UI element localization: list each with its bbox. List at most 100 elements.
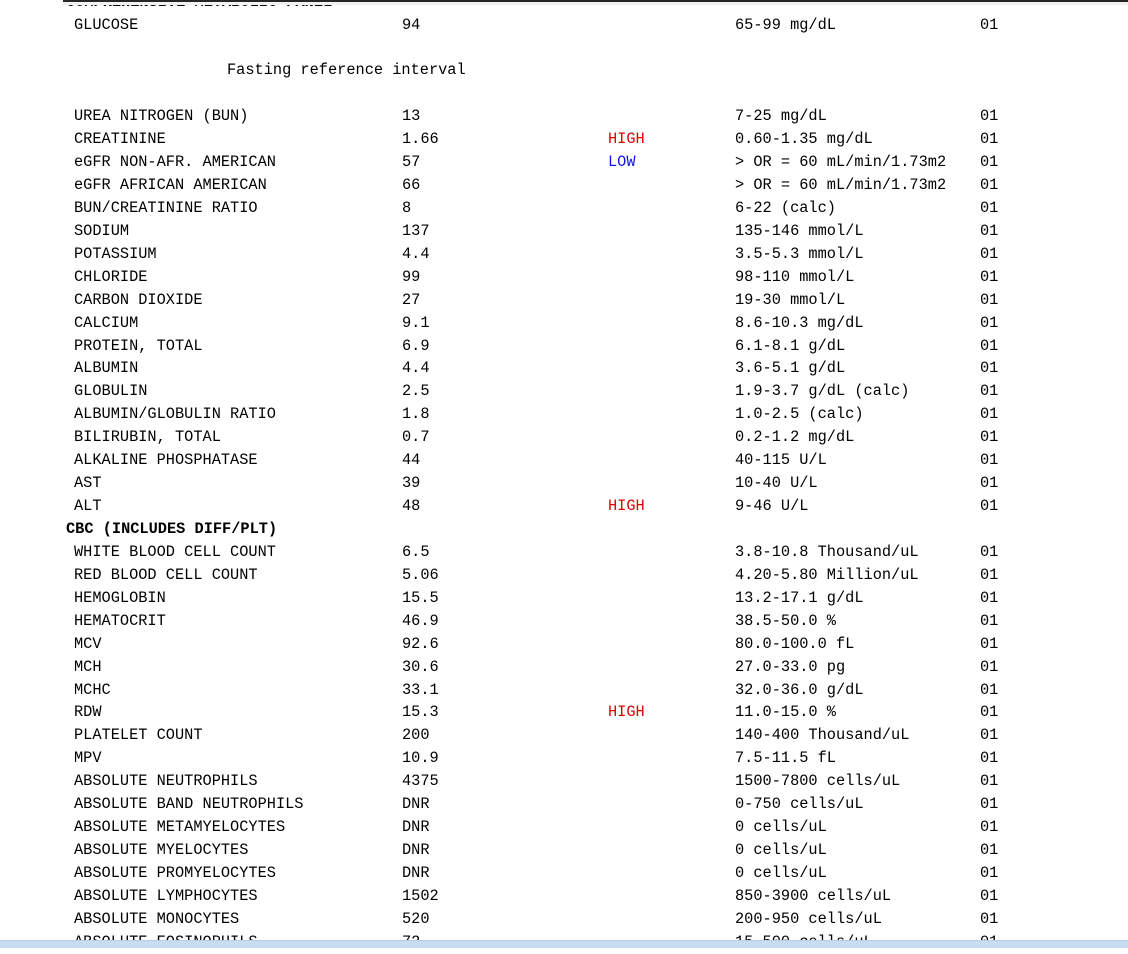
result-value: 137 [402, 220, 430, 243]
lab-code: 01 [980, 839, 998, 862]
lab-code: 01 [980, 541, 998, 564]
reference-range: 0.2-1.2 mg/dL [735, 426, 854, 449]
lab-code: 01 [980, 633, 998, 656]
lab-code: 01 [980, 14, 998, 37]
test-name: MCH [74, 656, 102, 679]
table-row: MCH30.627.0-33.0 pg01 [0, 656, 1128, 679]
test-name: ABSOLUTE LYMPHOCYTES [74, 885, 258, 908]
table-row: MCV92.680.0-100.0 fL01 [0, 633, 1128, 656]
table-row: ALT48HIGH9-46 U/L01 [0, 495, 1128, 518]
section-header: CBC (INCLUDES DIFF/PLT) [66, 518, 277, 541]
lab-code: 01 [980, 449, 998, 472]
table-row: SODIUM 137 135-146 mmol/L 01 [0, 220, 1128, 243]
top-rule-shadow [63, 2, 1128, 5]
flag-high: HIGH [608, 701, 645, 724]
table-row: RED BLOOD CELL COUNT5.064.20-5.80 Millio… [0, 564, 1128, 587]
test-name: CARBON DIOXIDE [74, 289, 203, 312]
flag-high: HIGH [608, 128, 645, 151]
result-value: 44 [402, 449, 420, 472]
test-name: ALBUMIN [74, 357, 138, 380]
result-value: 520 [402, 908, 430, 931]
lab-code: 01 [980, 610, 998, 633]
lab-report-screen: { "colors": { "text": "#000000", "high_f… [0, 0, 1128, 948]
reference-range: > OR = 60 mL/min/1.73m2 [735, 174, 946, 197]
test-name: CALCIUM [74, 312, 138, 335]
table-row: PROTEIN, TOTAL6.96.1-8.1 g/dL01 [0, 335, 1128, 358]
result-value: 27 [402, 289, 420, 312]
lab-code: 01 [980, 426, 998, 449]
reference-range: 19-30 mmol/L [735, 289, 845, 312]
bottom-bar [0, 940, 1128, 948]
lab-code: 01 [980, 495, 998, 518]
reference-range: 9-46 U/L [735, 495, 808, 518]
test-name: BUN/CREATININE RATIO [74, 197, 258, 220]
result-value: 1.66 [402, 128, 439, 151]
result-value: 94 [402, 14, 420, 37]
reference-range: 140-400 Thousand/uL [735, 724, 909, 747]
table-row: WHITE BLOOD CELL COUNT6.53.8-10.8 Thousa… [0, 541, 1128, 564]
flag-low: LOW [608, 151, 636, 174]
reference-range: 4.20-5.80 Million/uL [735, 564, 919, 587]
table-row: HEMATOCRIT46.938.5-50.0 %01 [0, 610, 1128, 633]
reference-range: 3.8-10.8 Thousand/uL [735, 541, 919, 564]
result-value: 33.1 [402, 679, 439, 702]
section-header-row: CBC (INCLUDES DIFF/PLT) [0, 518, 1128, 541]
lab-code: 01 [980, 105, 998, 128]
reference-range: 40-115 U/L [735, 449, 827, 472]
result-value: 10.9 [402, 747, 439, 770]
result-value: 13 [402, 105, 420, 128]
table-row: BILIRUBIN, TOTAL 0.7 0.2-1.2 mg/dL 01 [0, 426, 1128, 449]
lab-code: 01 [980, 312, 998, 335]
table-row: ABSOLUTE NEUTROPHILS43751500-7800 cells/… [0, 770, 1128, 793]
lab-code: 01 [980, 357, 998, 380]
lab-code: 01 [980, 289, 998, 312]
test-name: PROTEIN, TOTAL [74, 335, 203, 358]
reference-range: 27.0-33.0 pg [735, 656, 845, 679]
reference-range: 98-110 mmol/L [735, 266, 854, 289]
test-name: eGFR NON-AFR. AMERICAN [74, 151, 276, 174]
lab-code: 01 [980, 770, 998, 793]
reference-range: 65-99 mg/dL [735, 14, 836, 37]
test-name: BILIRUBIN, TOTAL [74, 426, 221, 449]
reference-range: 7.5-11.5 fL [735, 747, 836, 770]
result-value: 6.9 [402, 335, 430, 358]
test-name: SODIUM [74, 220, 129, 243]
test-name: WHITE BLOOD CELL COUNT [74, 541, 276, 564]
test-name: AST [74, 472, 102, 495]
table-row: MCHC33.132.0-36.0 g/dL01 [0, 679, 1128, 702]
reference-range: 0.60-1.35 mg/dL [735, 128, 873, 151]
result-value: 9.1 [402, 312, 430, 335]
lab-code: 01 [980, 266, 998, 289]
test-name: HEMATOCRIT [74, 610, 166, 633]
reference-range: 80.0-100.0 fL [735, 633, 854, 656]
lab-code: 01 [980, 243, 998, 266]
reference-range: 850-3900 cells/uL [735, 885, 891, 908]
note-text: Fasting reference interval [227, 59, 466, 82]
table-row: HEMOGLOBIN15.513.2-17.1 g/dL01 [0, 587, 1128, 610]
result-value: 39 [402, 472, 420, 495]
table-row: RDW15.3HIGH11.0-15.0 %01 [0, 701, 1128, 724]
table-row: GLOBULIN2.51.9-3.7 g/dL (calc)01 [0, 380, 1128, 403]
result-value: 48 [402, 495, 420, 518]
table-row: ALKALINE PHOSPHATASE4440-115 U/L01 [0, 449, 1128, 472]
lab-code: 01 [980, 220, 998, 243]
test-name: MCV [74, 633, 102, 656]
result-value: 4.4 [402, 357, 430, 380]
lab-code: 01 [980, 151, 998, 174]
reference-range: > OR = 60 mL/min/1.73m2 [735, 151, 946, 174]
table-row: CALCIUM9.18.6-10.3 mg/dL01 [0, 312, 1128, 335]
reference-range: 135-146 mmol/L [735, 220, 864, 243]
reference-range: 0 cells/uL [735, 839, 827, 862]
reference-range: 0 cells/uL [735, 816, 827, 839]
test-name: MPV [74, 747, 102, 770]
table-row: UREA NITROGEN (BUN)137-25 mg/dL01 [0, 105, 1128, 128]
table-row: ABSOLUTE MONOCYTES520200-950 cells/uL01 [0, 908, 1128, 931]
table-row: AST3910-40 U/L01 [0, 472, 1128, 495]
test-name: CREATININE [74, 128, 166, 151]
test-name: HEMOGLOBIN [74, 587, 166, 610]
lab-code: 01 [980, 679, 998, 702]
result-value: 2.5 [402, 380, 430, 403]
reference-range: 1.9-3.7 g/dL (calc) [735, 380, 909, 403]
result-value: 0.7 [402, 426, 430, 449]
test-name: RED BLOOD CELL COUNT [74, 564, 258, 587]
